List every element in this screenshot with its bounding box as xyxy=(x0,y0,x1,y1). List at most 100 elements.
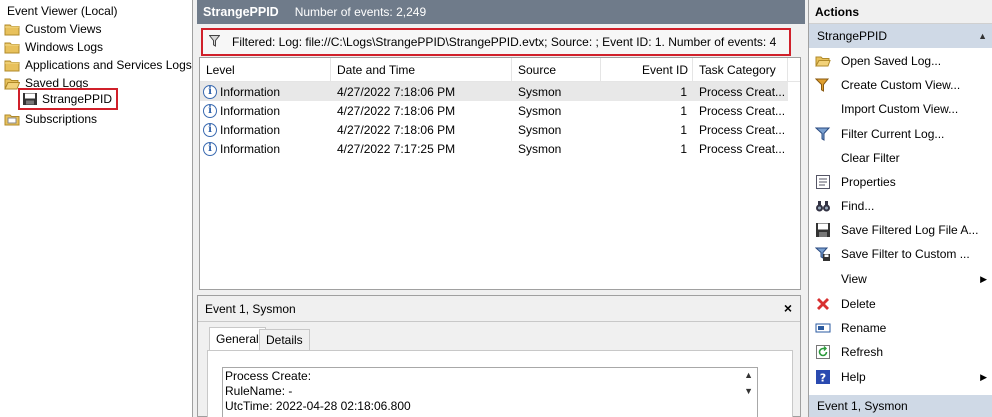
tab-details[interactable]: Details xyxy=(259,329,310,351)
table-row[interactable]: i Information 4/27/2022 7:18:06 PM Sysmon… xyxy=(200,82,788,101)
action-label: Save Filtered Log File A... xyxy=(841,223,979,237)
tree-item-custom-views[interactable]: Custom Views xyxy=(4,20,102,38)
cell-date: 4/27/2022 7:18:06 PM xyxy=(337,84,456,99)
cell-source: Sysmon xyxy=(518,122,562,137)
action-label: Help xyxy=(841,370,866,384)
information-icon: i xyxy=(203,84,217,99)
action-rename[interactable]: Rename xyxy=(809,316,992,340)
cell-date: 4/27/2022 7:17:25 PM xyxy=(337,141,456,156)
cell-task: Process Creat... xyxy=(699,103,786,118)
cell-event-id: 1 xyxy=(680,141,687,156)
level-text: Information xyxy=(220,141,281,156)
action-save-filter-custom-view[interactable]: Save Filter to Custom ... xyxy=(809,242,992,266)
properties-icon xyxy=(815,174,831,190)
action-label: Properties xyxy=(841,175,896,189)
refresh-icon xyxy=(815,344,831,360)
actions-section-event[interactable]: Event 1, Sysmon xyxy=(809,395,992,417)
actions-section-strangeppid[interactable]: StrangePPID ▲ xyxy=(809,24,992,48)
action-label: Find... xyxy=(841,199,875,213)
action-delete[interactable]: Delete xyxy=(809,292,992,316)
cell-source: Sysmon xyxy=(518,141,562,156)
cell-date: 4/27/2022 7:18:06 PM xyxy=(337,103,456,118)
binoculars-icon xyxy=(815,198,831,214)
action-refresh[interactable]: Refresh xyxy=(809,340,992,364)
column-header-event-id[interactable]: Event ID xyxy=(601,58,693,81)
actions-pane: Actions StrangePPID ▲ Open Saved Log... … xyxy=(808,0,992,417)
general-tab-panel: Process Create: RuleName: - UtcTime: 202… xyxy=(207,350,793,417)
action-label: Import Custom View... xyxy=(841,102,959,116)
saved-log-icon xyxy=(22,92,38,106)
column-header-source[interactable]: Source xyxy=(512,58,601,81)
cell-task: Process Creat... xyxy=(699,122,786,137)
action-view[interactable]: View ▶ xyxy=(809,267,992,291)
filter-text: Filtered: Log: file://C:\Logs\StrangePPI… xyxy=(232,35,777,49)
action-save-filtered-log[interactable]: Save Filtered Log File A... xyxy=(809,218,992,242)
action-help[interactable]: ? Help ▶ xyxy=(809,365,992,389)
cell-event-id: 1 xyxy=(680,103,687,118)
tree-item-strangeppid[interactable]: StrangePPID xyxy=(18,88,119,110)
filter-icon xyxy=(814,126,831,142)
cell-task: Process Creat... xyxy=(699,141,786,156)
submenu-arrow-icon: ▶ xyxy=(980,371,987,382)
action-label: Create Custom View... xyxy=(841,78,961,92)
information-icon: i xyxy=(203,103,217,118)
selected-item-highlight: StrangePPID xyxy=(18,88,119,110)
column-header-level[interactable]: Level xyxy=(200,58,331,81)
tree-item-subscriptions[interactable]: Subscriptions xyxy=(4,110,98,128)
save-icon xyxy=(815,222,831,238)
table-row[interactable]: i Information 4/27/2022 7:17:25 PM Sysmon… xyxy=(200,139,788,158)
information-icon: i xyxy=(203,122,217,137)
tree-item-label: Applications and Services Logs xyxy=(25,58,192,72)
action-label: View xyxy=(841,272,867,286)
tree-item-label: Subscriptions xyxy=(25,112,98,126)
help-icon: ? xyxy=(815,369,831,385)
folder-icon xyxy=(4,22,20,36)
submenu-arrow-icon: ▶ xyxy=(980,273,987,284)
cell-event-id: 1 xyxy=(680,84,687,99)
cell-level: i Information xyxy=(200,120,331,139)
action-import-custom-view[interactable]: Import Custom View... xyxy=(809,97,992,121)
filter-create-icon xyxy=(814,77,831,93)
tab-general[interactable]: General xyxy=(209,327,266,351)
information-icon: i xyxy=(203,141,217,156)
action-filter-current-log[interactable]: Filter Current Log... xyxy=(809,122,992,146)
filter-icon xyxy=(208,34,221,50)
action-find[interactable]: Find... xyxy=(809,194,992,218)
action-label: Save Filter to Custom ... xyxy=(841,247,970,261)
scroll-down-arrow-icon[interactable]: ▼ xyxy=(744,386,753,396)
scroll-up-arrow-icon[interactable]: ▲ xyxy=(744,370,753,380)
folder-icon xyxy=(4,40,20,54)
collapse-arrow-icon[interactable]: ▲ xyxy=(978,31,987,41)
action-create-custom-view[interactable]: Create Custom View... xyxy=(809,73,992,97)
cell-date: 4/27/2022 7:18:06 PM xyxy=(337,122,456,137)
tree-item-windows-logs[interactable]: Windows Logs xyxy=(4,38,104,56)
description-line: RuleName: - xyxy=(225,384,293,398)
tree-item-app-services-logs[interactable]: Applications and Services Logs xyxy=(4,56,193,74)
delete-icon xyxy=(815,296,831,312)
cell-source: Sysmon xyxy=(518,103,562,118)
detail-title: Event 1, Sysmon xyxy=(205,301,296,316)
tree-item-label: StrangePPID xyxy=(42,92,113,106)
event-detail-pane: Event 1, Sysmon × General Details Proces… xyxy=(197,295,801,417)
column-header-date[interactable]: Date and Time xyxy=(331,58,512,81)
folder-icon xyxy=(4,58,20,72)
action-properties[interactable]: Properties xyxy=(809,170,992,194)
open-folder-icon xyxy=(815,53,831,69)
tree-item-event-viewer[interactable]: Event Viewer (Local) xyxy=(6,2,119,20)
close-icon[interactable]: × xyxy=(784,300,792,316)
action-label: Rename xyxy=(841,321,887,335)
table-row[interactable]: i Information 4/27/2022 7:18:06 PM Sysmon… xyxy=(200,120,788,139)
column-header-task-category[interactable]: Task Category xyxy=(693,58,788,81)
events-grid: Level Date and Time Source Event ID Task… xyxy=(199,57,801,290)
action-label: Clear Filter xyxy=(841,151,900,165)
cell-source: Sysmon xyxy=(518,84,562,99)
description-line: Process Create: xyxy=(225,369,312,383)
event-description-textbox[interactable]: Process Create: RuleName: - UtcTime: 202… xyxy=(222,367,758,417)
grid-header: Level Date and Time Source Event ID Task… xyxy=(200,58,800,82)
table-row[interactable]: i Information 4/27/2022 7:18:06 PM Sysmon… xyxy=(200,101,788,120)
action-label: Open Saved Log... xyxy=(841,54,942,68)
action-clear-filter[interactable]: Clear Filter xyxy=(809,146,992,170)
log-header-bar: StrangePPID Number of events: 2,249 xyxy=(197,0,805,24)
navigation-tree: Event Viewer (Local) Custom Views Window… xyxy=(0,0,193,417)
action-open-saved-log[interactable]: Open Saved Log... xyxy=(809,49,992,73)
